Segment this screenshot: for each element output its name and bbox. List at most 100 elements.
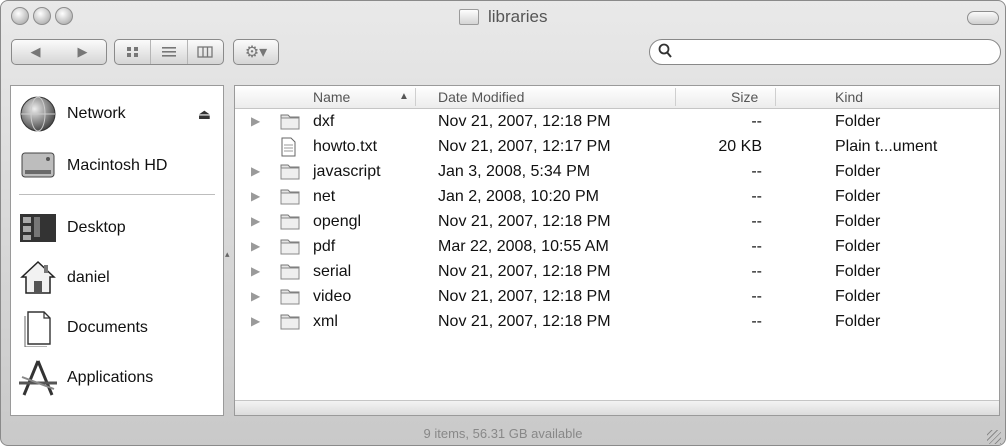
sidebar-resize-handle[interactable]: ▴ — [225, 249, 230, 260]
table-row[interactable]: ▶ dxf Nov 21, 2007, 12:18 PM -- Folder — [235, 110, 999, 135]
folder-icon — [458, 9, 479, 25]
desktop-icon — [17, 208, 59, 248]
file-size: -- — [751, 288, 762, 305]
applications-icon — [17, 358, 59, 398]
sidebar-item-desktop[interactable]: Desktop — [11, 204, 223, 252]
file-name: video — [313, 288, 352, 305]
file-size: -- — [751, 188, 762, 205]
sidebar-item-daniel[interactable]: daniel — [11, 254, 223, 302]
disclosure-triangle-icon[interactable]: ▶ — [251, 264, 260, 278]
gear-icon: ⚙▾ — [244, 44, 268, 61]
file-kind: Folder — [835, 113, 881, 130]
column-header-name[interactable]: Name — [313, 89, 350, 105]
forward-arrow-icon: ▶ — [77, 44, 88, 59]
sidebar: Network ⏏ Macintosh HD Desktop daniel Do… — [10, 85, 224, 416]
table-row[interactable]: ▶ pdf Mar 22, 2008, 10:55 AM -- Folder — [235, 235, 999, 260]
file-list: Name ▲ Date Modified Size Kind ▶ dxf Nov 2… — [234, 85, 1000, 416]
file-name: serial — [313, 263, 352, 280]
table-row[interactable]: ▶ xml Nov 21, 2007, 12:18 PM -- Folder — [235, 310, 999, 335]
icon-view-button[interactable] — [115, 40, 152, 64]
file-kind: Folder — [835, 288, 881, 305]
table-row[interactable]: howto.txt Nov 21, 2007, 12:17 PM 20 KB Plai… — [235, 135, 999, 160]
title-bar[interactable]: libraries — [1, 1, 1005, 31]
table-row[interactable]: ▶ video Nov 21, 2007, 12:18 PM -- Folder — [235, 285, 999, 310]
folder-icon — [280, 187, 300, 205]
back-button[interactable]: ◀ — [12, 40, 59, 64]
file-name: pdf — [313, 238, 336, 255]
search-field[interactable] — [649, 39, 1001, 65]
sidebar-item-label: Network — [67, 105, 126, 122]
sidebar-divider — [19, 194, 215, 195]
window-title-group: libraries — [1, 7, 1005, 27]
sort-ascending-icon: ▲ — [399, 91, 409, 102]
column-header-size[interactable]: Size — [731, 89, 758, 105]
file-size: -- — [751, 238, 762, 255]
sidebar-item-applications[interactable]: Applications — [11, 354, 223, 402]
folder-icon — [280, 287, 300, 305]
network-globe-icon — [17, 94, 59, 134]
search-input[interactable] — [678, 42, 992, 64]
table-row[interactable]: ▶ serial Nov 21, 2007, 12:18 PM -- Folder — [235, 260, 999, 285]
column-divider[interactable] — [415, 88, 416, 106]
file-name: net — [313, 188, 336, 205]
table-row[interactable]: ▶ net Jan 2, 2008, 10:20 PM -- Folder — [235, 185, 999, 210]
home-icon — [17, 258, 59, 298]
sidebar-item-documents[interactable]: Documents — [11, 304, 223, 352]
sidebar-item-network[interactable]: Network ⏏ — [11, 90, 223, 138]
file-size: 20 KB — [718, 138, 762, 155]
disclosure-triangle-icon[interactable]: ▶ — [251, 314, 260, 328]
file-date-modified: Nov 21, 2007, 12:17 PM — [438, 138, 611, 155]
file-size: -- — [751, 313, 762, 330]
sidebar-item-macintosh-hd[interactable]: Macintosh HD — [11, 142, 223, 190]
action-menu-button[interactable]: ⚙▾ — [233, 39, 279, 65]
column-divider[interactable] — [775, 88, 776, 106]
search-icon — [658, 43, 672, 63]
sidebar-item-label: Desktop — [67, 219, 126, 236]
toolbar: ◀ ▶ ⚙▾ — [1, 35, 1005, 75]
text-document-icon — [280, 137, 300, 157]
column-header-date[interactable]: Date Modified — [438, 89, 524, 105]
file-name: opengl — [313, 213, 362, 230]
file-kind: Folder — [835, 213, 881, 230]
horizontal-scrollbar[interactable] — [235, 400, 999, 415]
file-size: -- — [751, 113, 762, 130]
column-header-row: Name ▲ Date Modified Size Kind — [235, 86, 999, 109]
hard-drive-icon — [17, 146, 59, 186]
folder-icon — [280, 237, 300, 255]
disclosure-triangle-icon[interactable]: ▶ — [251, 164, 260, 178]
list-view-button[interactable] — [151, 40, 188, 64]
file-date-modified: Mar 22, 2008, 10:55 AM — [438, 238, 609, 255]
disclosure-triangle-icon[interactable]: ▶ — [251, 289, 260, 303]
window-title: libraries — [487, 7, 548, 26]
file-name: xml — [313, 313, 338, 330]
file-size: -- — [751, 213, 762, 230]
disclosure-triangle-icon[interactable]: ▶ — [251, 214, 260, 228]
folder-icon — [280, 112, 300, 130]
eject-icon[interactable]: ⏏ — [198, 106, 211, 123]
view-buttons — [114, 39, 224, 65]
sidebar-item-label: Macintosh HD — [67, 157, 168, 174]
folder-icon — [280, 212, 300, 230]
column-view-button[interactable] — [188, 40, 223, 64]
status-text: 9 items, 56.31 GB available — [423, 426, 583, 441]
column-header-kind[interactable]: Kind — [835, 89, 863, 105]
resize-grip-icon[interactable] — [987, 430, 1001, 444]
file-name: dxf — [313, 113, 335, 130]
icon-view-icon — [126, 47, 138, 57]
forward-button[interactable]: ▶ — [59, 40, 106, 64]
table-row[interactable]: ▶ opengl Nov 21, 2007, 12:18 PM -- Folder — [235, 210, 999, 235]
status-bar: 9 items, 56.31 GB available — [1, 421, 1005, 445]
disclosure-triangle-icon[interactable]: ▶ — [251, 239, 260, 253]
table-row[interactable]: ▶ javascript Jan 3, 2008, 5:34 PM -- Folder — [235, 160, 999, 185]
column-divider[interactable] — [675, 88, 676, 106]
folder-icon — [280, 312, 300, 330]
navigation-buttons: ◀ ▶ — [11, 39, 107, 65]
file-name: howto.txt — [313, 138, 378, 155]
file-date-modified: Nov 21, 2007, 12:18 PM — [438, 263, 611, 280]
toolbar-toggle-button[interactable] — [967, 11, 999, 25]
disclosure-triangle-icon[interactable]: ▶ — [251, 114, 260, 128]
folder-icon — [280, 262, 300, 280]
file-kind: Folder — [835, 263, 881, 280]
disclosure-triangle-icon[interactable]: ▶ — [251, 189, 260, 203]
file-kind: Folder — [835, 163, 881, 180]
